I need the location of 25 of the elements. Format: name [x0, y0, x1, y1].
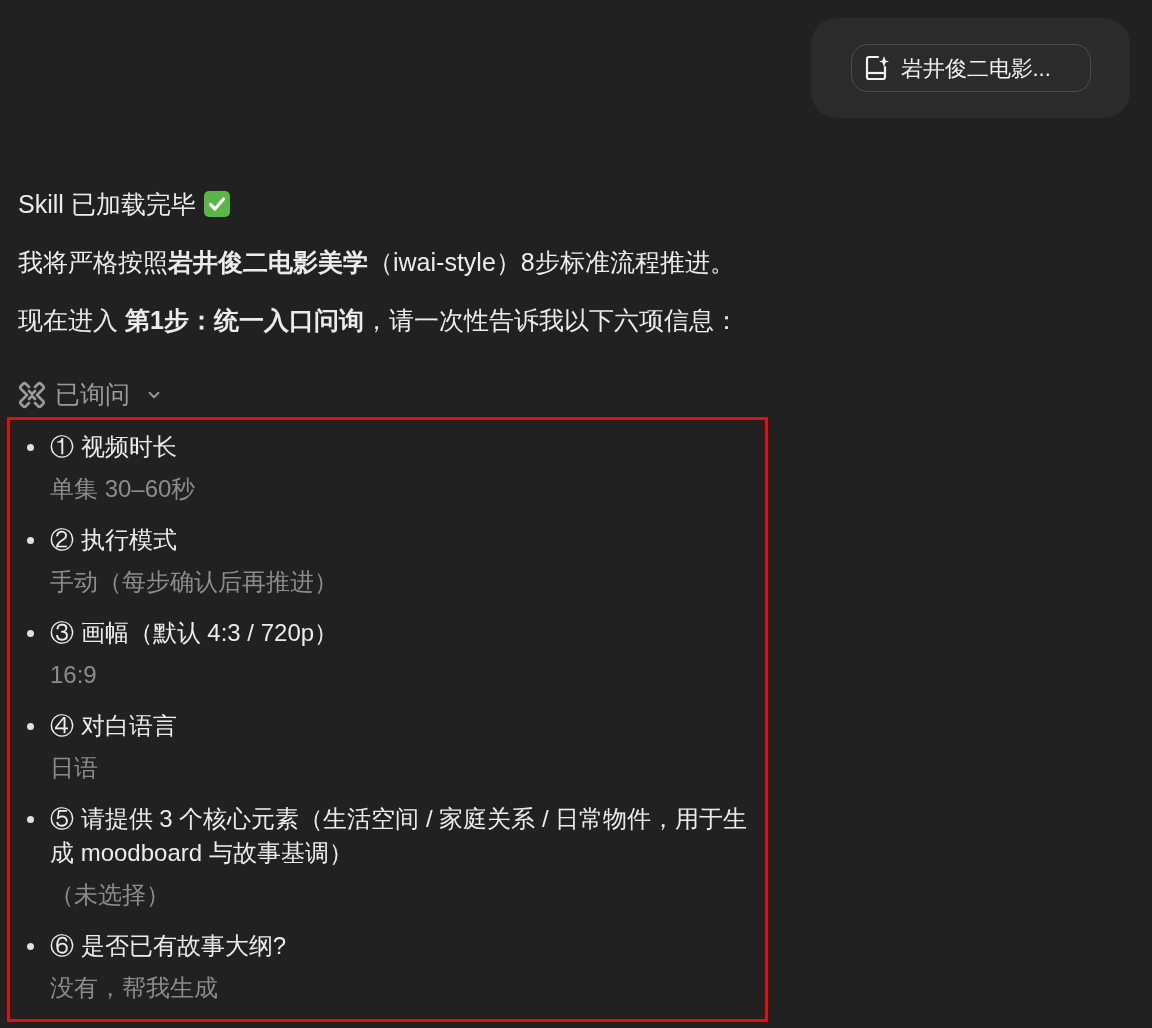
document-sparkle-icon — [864, 55, 889, 81]
question-text: ② 执行模式 — [50, 525, 178, 555]
asked-toggle[interactable]: 已询问 — [18, 379, 163, 411]
bullet-icon — [26, 536, 34, 544]
question-text: ⑥ 是否已有故事大纲? — [50, 931, 287, 961]
message-paragraph: Skill 已加载完毕 — [18, 189, 196, 220]
knot-icon — [18, 381, 46, 409]
question-text: ⑤ 请提供 3 个核心元素（生活空间 / 家庭关系 / 日常物件，用于生成 moodboard 与故事基调） — [50, 804, 749, 868]
answer-text: （未选择） — [50, 880, 171, 910]
question-text: ① 视频时长 — [50, 432, 178, 462]
bullet-icon — [26, 443, 34, 451]
answer-text: 日语 — [50, 753, 99, 783]
answer-text: 没有，帮我生成 — [50, 973, 219, 1003]
question-text: ③ 画幅（默认 4:3 / 720p） — [50, 618, 340, 648]
answer-text: 手动（每步确认后再推进） — [50, 567, 339, 597]
question-text: ④ 对白语言 — [50, 711, 178, 741]
bullet-icon — [26, 722, 34, 730]
answer-text: 单集 30–60秒 — [50, 474, 197, 504]
bullet-icon — [26, 815, 34, 823]
message-paragraph: 现在进入 第1步：统一入口问询，请一次性告诉我以下六项信息： — [18, 305, 739, 336]
message-paragraph: 我将严格按照岩井俊二电影美学（iwai-style）8步标准流程推进。 — [18, 247, 735, 278]
attachment-chip[interactable]: 岩井俊二电影... — [850, 44, 1091, 92]
bullet-icon — [26, 942, 34, 950]
answer-text: 16:9 — [50, 660, 98, 690]
bullet-icon — [26, 629, 34, 637]
